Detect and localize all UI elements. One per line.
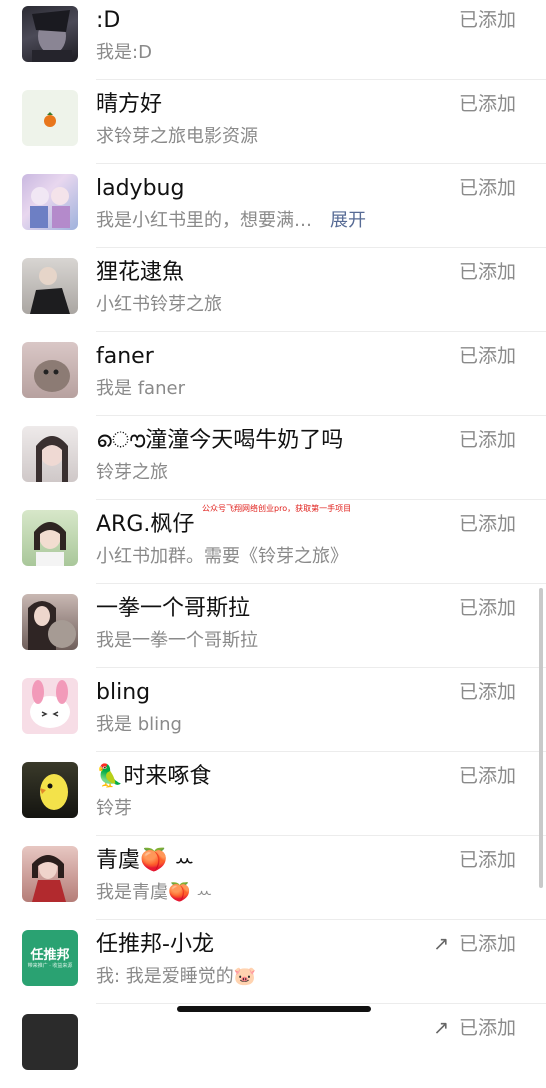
renbang-logo-text: 任推邦 (30, 948, 70, 963)
avatar: 任推邦 带来推广 · 收益来源 (22, 930, 78, 986)
status-added: ↗ 已添加 (433, 1014, 516, 1042)
contact-row-faner[interactable]: faner 我是 faner 已添加 (0, 332, 546, 416)
contact-message: 我是一拳一个哥斯拉 (96, 630, 258, 651)
contact-message: 小红书加群。需要《铃芽之旅》 (96, 546, 348, 567)
avatar-image (32, 10, 72, 62)
contact-row-renbang[interactable]: 任推邦 带来推广 · 收益来源 任推邦-小龙 我: 我是爱睡觉的🐷 ↗ 已添加 (0, 920, 546, 1004)
contact-row-ladybug[interactable]: ladybug 我是小红书里的，想要满… 展开 已添加 (0, 164, 546, 248)
melody-avatar (30, 680, 70, 728)
contact-message: 我是青虞🍑 ꕀ (96, 882, 213, 903)
avatar (22, 846, 78, 902)
home-indicator[interactable] (177, 1006, 371, 1012)
status-added-text: 已添加 (458, 933, 516, 955)
contact-row-qingfanghao[interactable]: 晴方好 求铃芽之旅电影资源 已添加 (0, 80, 546, 164)
avatar (22, 342, 78, 398)
contact-row-tongtong[interactable]: ൌ潼潼今天喝牛奶了吗 铃芽之旅 已添加 (0, 416, 546, 500)
avatar-image (30, 187, 70, 228)
contact-row-lihuadaiyu[interactable]: 狸花逮魚 小红书铃芽之旅 已添加 (0, 248, 546, 332)
contact-row-bling[interactable]: bling 我是 bling 已添加 (0, 668, 546, 752)
contact-name: ARG.枫仔 (96, 512, 195, 537)
contact-message-text: 我是小红书里的，想要满… (96, 210, 312, 231)
contact-name: 狸花逮魚 (96, 260, 185, 285)
avatar-image (32, 855, 66, 902)
contact-message: 铃芽之旅 (96, 462, 168, 483)
contact-message: 我: 我是爱睡觉的🐷 (96, 966, 257, 987)
contact-row-d[interactable]: :D 我是:D 已添加 (0, 0, 546, 80)
status-added: 已添加 (458, 681, 516, 703)
avatar (22, 678, 78, 734)
contact-name: ൌ潼潼今天喝牛奶了吗 (96, 428, 344, 453)
status-added: 已添加 (458, 597, 516, 619)
contact-row-partial[interactable]: ↗ 已添加 (0, 1004, 546, 1088)
friend-request-list: :D 我是:D 已添加 晴方好 求铃芽之旅电影资源 已添加 ladybug 我是… (0, 0, 546, 1088)
contact-name: 青虞🍑 ꕀ (96, 848, 195, 873)
contact-name: 一拳一个哥斯拉 (96, 596, 251, 621)
status-added: 已添加 (458, 765, 516, 787)
contact-message: 小红书铃芽之旅 (96, 294, 222, 315)
parrot-avatar (40, 774, 68, 810)
avatar (22, 90, 78, 146)
contact-name: faner (96, 344, 154, 369)
avatar-image (36, 436, 68, 482)
watermark-text: 公众号飞翔网络创业pro，获取第一手项目 (202, 504, 352, 513)
avatar (22, 258, 78, 314)
avatar-image (30, 267, 70, 314)
avatar (22, 510, 78, 566)
persimmon-icon (44, 112, 56, 127)
avatar-image (34, 522, 66, 566)
forward-arrow-icon[interactable]: ↗ (433, 930, 449, 958)
contact-name: :D (96, 8, 121, 33)
avatar (22, 426, 78, 482)
avatar (22, 1014, 78, 1070)
status-added: 已添加 (458, 513, 516, 535)
avatar (22, 6, 78, 62)
avatar (22, 762, 78, 818)
forward-arrow-icon[interactable]: ↗ (433, 1014, 449, 1042)
contact-name: 任推邦-小龙 (96, 932, 214, 957)
status-added: 已添加 (458, 93, 516, 115)
contact-name: 晴方好 (96, 92, 163, 117)
contact-row-qingyu[interactable]: 青虞🍑 ꕀ 我是青虞🍑 ꕀ 已添加 (0, 836, 546, 920)
contact-name: bling (96, 680, 151, 705)
scrollbar[interactable] (539, 588, 543, 888)
avatar-image (28, 601, 76, 650)
expand-link[interactable]: 展开 (330, 210, 366, 231)
contact-message: 我是 bling (96, 714, 182, 735)
contact-name: 🦜时来啄食 (96, 764, 212, 789)
status-added: 已添加 (458, 429, 516, 451)
avatar (22, 174, 78, 230)
status-added: 已添加 (458, 9, 516, 31)
status-added: 已添加 (458, 345, 516, 367)
status-added: ↗ 已添加 (433, 930, 516, 958)
status-added-text: 已添加 (458, 1017, 516, 1039)
contact-name: ladybug (96, 176, 185, 201)
contact-message: 求铃芽之旅电影资源 (96, 126, 258, 147)
renbang-logo-tagline: 带来推广 · 收益来源 (27, 963, 73, 969)
avatar (22, 594, 78, 650)
contact-message: 我是 faner (96, 378, 185, 399)
status-added: 已添加 (458, 261, 516, 283)
cat-avatar (34, 360, 70, 392)
contact-row-shilaizhuoshi[interactable]: 🦜时来啄食 铃芽 已添加 (0, 752, 546, 836)
contact-message: 我是:D (96, 42, 152, 63)
status-added: 已添加 (458, 177, 516, 199)
contact-row-yiquan[interactable]: 一拳一个哥斯拉 我是一拳一个哥斯拉 已添加 (0, 584, 546, 668)
status-added: 已添加 (458, 849, 516, 871)
contact-message: 我是小红书里的，想要满… 展开 (96, 208, 366, 234)
contact-message: 铃芽 (96, 798, 132, 819)
